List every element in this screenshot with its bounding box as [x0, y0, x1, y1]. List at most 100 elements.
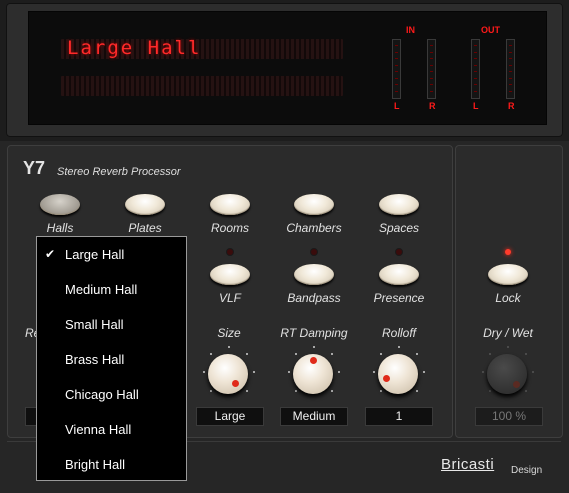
presence-led [396, 249, 402, 255]
menu-item-chicago-hall[interactable]: Chicago Hall [37, 377, 186, 412]
meter-segment [395, 77, 398, 79]
menu-item-label: Bright Hall [65, 457, 125, 472]
meter-segment [474, 51, 477, 53]
vlf-label: VLF [218, 291, 241, 305]
drywet-label: Dry / Wet [483, 326, 533, 340]
menu-item-bright-hall[interactable]: Bright Hall [37, 447, 186, 482]
menu-item-label: Chicago Hall [65, 387, 139, 402]
checkmark-icon: ✔ [45, 247, 56, 261]
meter-segment [474, 77, 477, 79]
meter-segment [430, 58, 433, 59]
lock-led [505, 249, 511, 255]
halls-label: Halls [46, 221, 74, 235]
size-knob-group [199, 345, 259, 405]
rooms-label: Rooms [210, 221, 249, 235]
rt-damping-knob-group [284, 345, 344, 405]
rt-damping-value: Medium [280, 407, 348, 426]
brand-suffix: Design [511, 465, 543, 476]
meter-segment [395, 58, 398, 59]
meter-segment [509, 77, 512, 79]
menu-item-brass-hall[interactable]: Brass Hall [37, 342, 186, 377]
bandpass-led [311, 249, 317, 255]
rolloff-knob[interactable] [378, 354, 418, 394]
meter-segment [474, 90, 477, 92]
chambers-label: Chambers [286, 221, 342, 235]
meter-out-label: OUT [481, 25, 500, 35]
meter-in-label: IN [406, 25, 415, 35]
meter-segment [474, 58, 477, 59]
display-panel: Large Hall IN OUT L R L R [0, 0, 569, 141]
meter-segment [474, 84, 477, 85]
vlf-led [227, 249, 233, 255]
meter-out-left-label: L [473, 101, 479, 111]
menu-item-large-hall[interactable]: ✔ Large Hall [37, 237, 186, 272]
lcd-row-1: Large Hall [61, 37, 343, 59]
meter-segment [509, 71, 512, 72]
meter-segment [430, 71, 433, 72]
preset-dropdown-menu: ✔ Large Hall Medium Hall Small Hall Bras… [36, 236, 187, 481]
menu-item-small-hall[interactable]: Small Hall [37, 307, 186, 342]
meter-segment [395, 71, 398, 72]
rooms-button[interactable] [210, 194, 250, 215]
meter-segment [430, 64, 433, 66]
meter-in-left [392, 39, 401, 99]
meter-segment [509, 64, 512, 66]
meter-segment [509, 58, 512, 59]
meter-out-right-label: R [508, 101, 515, 111]
size-knob[interactable] [208, 354, 248, 394]
drywet-knob-group [478, 345, 538, 405]
chambers-button[interactable] [294, 194, 334, 215]
size-label: Size [217, 326, 241, 340]
display-bezel: Large Hall IN OUT L R L R [6, 3, 563, 137]
lcd-screen: Large Hall IN OUT L R L R [28, 11, 547, 125]
meter-segment [509, 51, 512, 53]
meter-in-right-label: R [429, 101, 436, 111]
meter-segment [395, 84, 398, 85]
menu-item-label: Brass Hall [65, 352, 125, 367]
meter-in-right [427, 39, 436, 99]
drywet-knob[interactable] [487, 354, 527, 394]
plates-label: Plates [128, 221, 162, 235]
meter-segment [430, 90, 433, 92]
meter-segment [474, 71, 477, 72]
meter-in-left-label: L [394, 101, 400, 111]
meter-segment [395, 45, 398, 46]
meter-segment [395, 64, 398, 66]
brand-name: Bricasti [441, 456, 495, 473]
meter-segment [474, 45, 477, 46]
meter-segment [474, 64, 477, 66]
bandpass-button[interactable] [294, 264, 334, 285]
spaces-button[interactable] [379, 194, 419, 215]
size-value: Large [196, 407, 264, 426]
model-title: Y7 [23, 158, 46, 178]
vlf-button[interactable] [210, 264, 250, 285]
meter-segment [430, 77, 433, 79]
menu-item-label: Large Hall [65, 247, 125, 262]
halls-button[interactable] [40, 194, 80, 215]
meter-out-left [471, 39, 480, 99]
menu-item-label: Small Hall [65, 317, 124, 332]
presence-button[interactable] [379, 264, 419, 285]
meter-segment [430, 84, 433, 85]
model-subtitle: Stereo Reverb Processor [57, 166, 181, 178]
drywet-value: 100 % [475, 407, 543, 426]
rolloff-knob-group [369, 345, 429, 405]
meter-segment [509, 45, 512, 46]
menu-item-vienna-hall[interactable]: Vienna Hall [37, 412, 186, 447]
menu-item-label: Medium Hall [65, 282, 138, 297]
rolloff-value: 1 [365, 407, 433, 426]
meter-segment [430, 45, 433, 46]
rolloff-label: Rolloff [381, 326, 416, 340]
lock-button[interactable] [488, 264, 528, 285]
lock-label: Lock [495, 291, 521, 305]
meter-segment [509, 84, 512, 85]
spaces-label: Spaces [378, 221, 420, 235]
presence-label: Presence [373, 291, 425, 305]
preset-display-text: Large Hall [67, 37, 202, 59]
menu-item-label: Vienna Hall [65, 422, 132, 437]
menu-item-medium-hall[interactable]: Medium Hall [37, 272, 186, 307]
meter-segment [430, 51, 433, 53]
plates-button[interactable] [125, 194, 165, 215]
meter-segment [509, 90, 512, 92]
rt-damping-knob[interactable] [293, 354, 333, 394]
